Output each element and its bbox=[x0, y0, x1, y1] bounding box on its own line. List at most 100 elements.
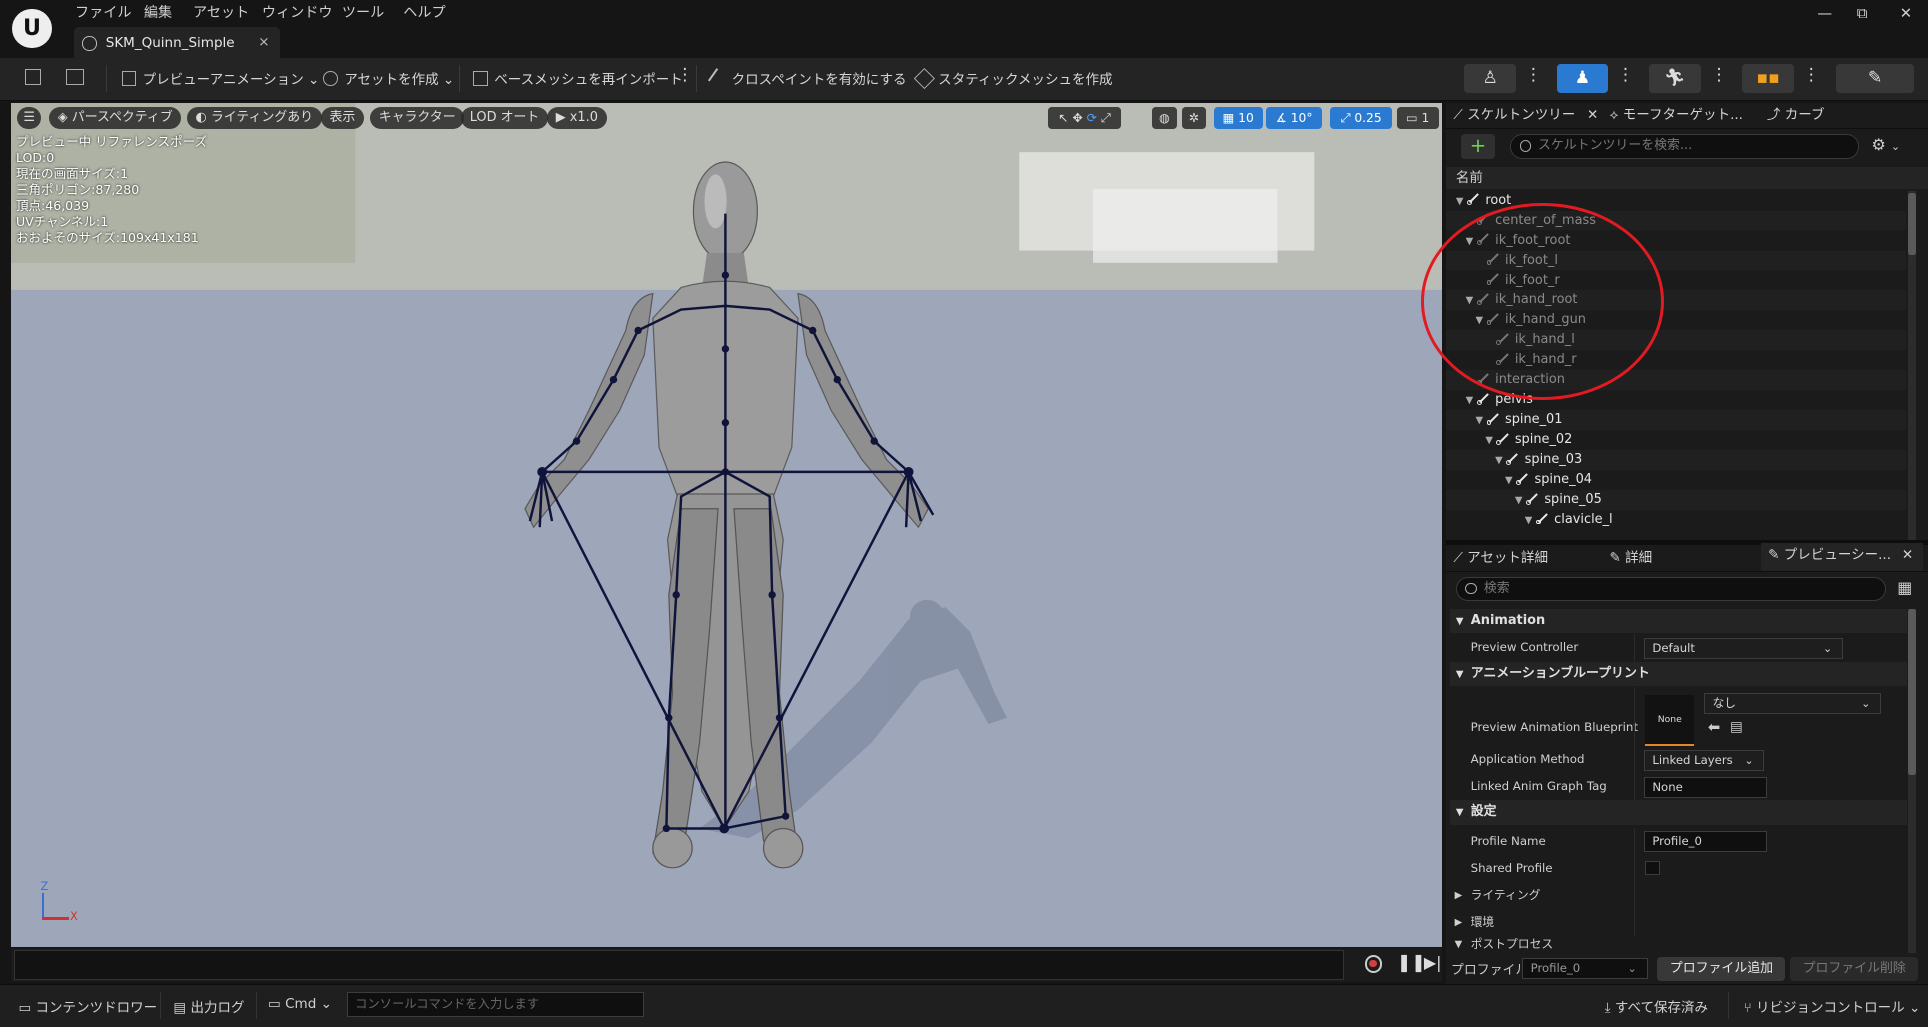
skeleton-mode-button[interactable]: ♙ bbox=[1464, 63, 1517, 94]
show-button[interactable]: 表示 bbox=[320, 106, 364, 130]
expand-arrow-icon[interactable]: ▼ bbox=[1495, 451, 1506, 471]
profile-name-input[interactable]: Profile_0 bbox=[1643, 831, 1767, 853]
skeleton-mode-options-icon[interactable]: ⋮ bbox=[1525, 65, 1542, 85]
surface-snap-icon[interactable]: ✲ bbox=[1181, 106, 1207, 130]
preview-animation-button[interactable]: プレビューアニメーション ⌄ bbox=[121, 68, 319, 88]
profile-dropdown[interactable]: Profile_0 ⌄ bbox=[1522, 957, 1648, 979]
tab-details[interactable]: ✎ 詳細 bbox=[1610, 546, 1653, 571]
menu-file[interactable]: ファイル bbox=[75, 2, 132, 22]
console-command-input[interactable]: コンソールコマンドを入力します bbox=[346, 992, 645, 1017]
translate-icon[interactable]: ✥ bbox=[1072, 111, 1082, 125]
section-environment[interactable]: ▶ 環境 bbox=[1450, 908, 1907, 936]
menu-edit[interactable]: 編集 bbox=[144, 2, 172, 22]
create-asset-button[interactable]: アセットを作成 ⌄ bbox=[323, 68, 454, 88]
blueprint-mode-button[interactable]: ▪▪ bbox=[1742, 63, 1794, 94]
scale-icon[interactable]: ⤢ bbox=[1101, 111, 1111, 125]
minimize-button[interactable]: — bbox=[1817, 5, 1832, 22]
record-button[interactable] bbox=[1364, 955, 1383, 973]
mesh-mode-options-icon[interactable]: ⋮ bbox=[1617, 65, 1634, 85]
menu-window[interactable]: ウィンドウ bbox=[262, 2, 333, 22]
expand-arrow-icon[interactable]: ▼ bbox=[1505, 471, 1516, 491]
maximize-button[interactable]: ⧉ bbox=[1857, 5, 1868, 22]
perspective-button[interactable]: ◈ パースペクティブ bbox=[49, 106, 182, 130]
tab-preview-scene[interactable]: ✎ プレビューシー... ✕ bbox=[1760, 543, 1924, 571]
viewport-menu-button[interactable]: ☰ bbox=[17, 106, 42, 130]
expand-arrow-icon[interactable]: ▼ bbox=[1485, 431, 1496, 451]
anim-blueprint-dropdown[interactable]: なし ⌄ bbox=[1704, 693, 1882, 715]
tab-morph-targets[interactable]: ⟡ モーフターゲット... bbox=[1610, 103, 1743, 128]
application-method-dropdown[interactable]: Linked Layers ⌄ bbox=[1643, 750, 1765, 771]
animation-mode-options-icon[interactable]: ⋮ bbox=[1710, 65, 1727, 85]
close-tab-icon[interactable]: × bbox=[258, 34, 269, 50]
property-matrix-button[interactable]: ▦ bbox=[1897, 578, 1912, 597]
tree-scrollbar-thumb[interactable] bbox=[1908, 193, 1916, 255]
select-icon[interactable]: ↖ bbox=[1058, 111, 1068, 125]
playback-speed-button[interactable]: ▶ x1.0 bbox=[547, 106, 607, 130]
rotate-icon[interactable]: ⟳ bbox=[1087, 111, 1097, 125]
close-window-button[interactable]: ✕ bbox=[1900, 5, 1912, 22]
preview-viewport[interactable]: ☰ ◈ パースペクティブ ◐ ライティングあり 表示 キャラクター LOD オー… bbox=[11, 103, 1443, 947]
reimport-base-mesh-button[interactable]: ベースメッシュを再インポート bbox=[473, 68, 683, 88]
tree-row-spine-02[interactable]: ▼ spine_02 bbox=[1446, 430, 1906, 450]
section-animation[interactable]: ▼ Animation bbox=[1449, 608, 1908, 634]
tree-row-clavicle-l[interactable]: ▼ clavicle_l bbox=[1446, 510, 1906, 530]
tree-row-spine-03[interactable]: ▼ spine_03 bbox=[1446, 450, 1906, 470]
expand-arrow-icon[interactable]: ▼ bbox=[1466, 391, 1477, 411]
menu-asset[interactable]: アセット bbox=[193, 2, 249, 22]
use-selected-asset-icon[interactable]: ⬅ bbox=[1708, 714, 1720, 741]
unreal-logo-icon[interactable]: U bbox=[12, 8, 52, 48]
section-anim-blueprint[interactable]: ▼ アニメーションブループリント bbox=[1449, 661, 1908, 687]
tree-row-spine-04[interactable]: ▼ spine_04 bbox=[1446, 470, 1906, 490]
rotation-snap-button[interactable]: ∡ 10° bbox=[1266, 106, 1322, 130]
menu-help[interactable]: ヘルプ bbox=[403, 2, 445, 22]
revision-control-button[interactable]: ⑂ リビジョンコントロール ⌄ bbox=[1744, 996, 1921, 1016]
tab-curves[interactable]: ⤴ カーブ bbox=[1767, 103, 1825, 128]
cmd-dropdown[interactable]: ▭ Cmd ⌄ bbox=[268, 996, 332, 1012]
anim-blueprint-thumbnail[interactable]: None bbox=[1645, 694, 1695, 746]
details-scrollbar[interactable] bbox=[1908, 608, 1916, 953]
save-icon[interactable] bbox=[24, 68, 47, 87]
tree-row-spine-01[interactable]: ▼ spine_01 bbox=[1446, 410, 1906, 431]
browse-asset-folder-icon[interactable]: ▤ bbox=[1730, 714, 1743, 741]
menu-tools[interactable]: ツール bbox=[342, 2, 384, 22]
world-space-icon[interactable]: ◍ bbox=[1152, 106, 1177, 130]
tree-settings-button[interactable]: ⚙ ⌄ bbox=[1871, 135, 1900, 154]
linked-anim-graph-tag-input[interactable]: None bbox=[1643, 777, 1767, 798]
content-drawer-button[interactable]: ▭ コンテンツドロワー bbox=[18, 996, 157, 1016]
tree-scrollbar[interactable] bbox=[1908, 190, 1916, 540]
animation-mode-button[interactable]: 🏃︎ bbox=[1648, 63, 1701, 94]
transform-tools-group[interactable]: ↖ ✥ ⟳ ⤢ bbox=[1047, 106, 1122, 130]
scale-snap-button[interactable]: ⤢ 0.25 bbox=[1330, 106, 1392, 130]
add-bone-button[interactable]: + bbox=[1460, 134, 1496, 159]
details-scrollbar-thumb[interactable] bbox=[1908, 608, 1916, 775]
create-static-mesh-button[interactable]: スタティックメッシュを作成 bbox=[914, 68, 1113, 90]
more-options-icon[interactable]: ⋮ bbox=[676, 65, 693, 85]
timeline-scrubber[interactable] bbox=[13, 950, 1344, 980]
pause-button[interactable]: ❚❚ bbox=[1397, 953, 1426, 973]
expand-arrow-icon[interactable]: ▼ bbox=[1515, 491, 1526, 511]
details-search-input[interactable]: 検索 bbox=[1455, 576, 1887, 602]
skeleton-search-input[interactable]: スケルトンツリーを検索... bbox=[1509, 134, 1860, 159]
physics-mode-button[interactable]: ✎ bbox=[1835, 63, 1915, 94]
shared-profile-checkbox[interactable] bbox=[1645, 860, 1660, 876]
expand-arrow-icon[interactable]: ▼ bbox=[1476, 411, 1487, 431]
section-lighting[interactable]: ▶ ライティング bbox=[1450, 881, 1907, 909]
step-forward-button[interactable]: ▶| bbox=[1424, 953, 1442, 972]
character-button[interactable]: キャラクター bbox=[370, 106, 465, 130]
lod-button[interactable]: LOD オート bbox=[461, 106, 548, 130]
browse-asset-icon[interactable] bbox=[66, 68, 89, 87]
section-settings[interactable]: ▼ 設定 bbox=[1449, 800, 1908, 826]
close-preview-tab-icon[interactable]: ✕ bbox=[1902, 543, 1913, 568]
lighting-mode-button[interactable]: ◐ ライティングあり bbox=[186, 106, 322, 130]
asset-tab[interactable]: SKM_Quinn_Simple × bbox=[73, 27, 281, 60]
tree-row-spine-05[interactable]: ▼ spine_05 bbox=[1446, 490, 1906, 510]
section-post-process[interactable]: ▼ ポストプロセス bbox=[1450, 936, 1907, 953]
add-profile-button[interactable]: プロファイル追加 bbox=[1657, 956, 1786, 982]
mesh-mode-button[interactable]: ♟ bbox=[1556, 63, 1609, 94]
tab-skeleton-tree[interactable]: ⟋ スケルトンツリー ✕ bbox=[1453, 103, 1598, 128]
camera-speed-button[interactable]: ▭ 1 bbox=[1396, 106, 1439, 130]
enable-cloth-paint-button[interactable]: クロスペイントを有効にする bbox=[707, 68, 907, 89]
preview-controller-dropdown[interactable]: Default ⌄ bbox=[1643, 638, 1844, 660]
grid-snap-button[interactable]: ▦ 10 bbox=[1213, 106, 1263, 130]
expand-arrow-icon[interactable]: ▼ bbox=[1525, 511, 1536, 531]
